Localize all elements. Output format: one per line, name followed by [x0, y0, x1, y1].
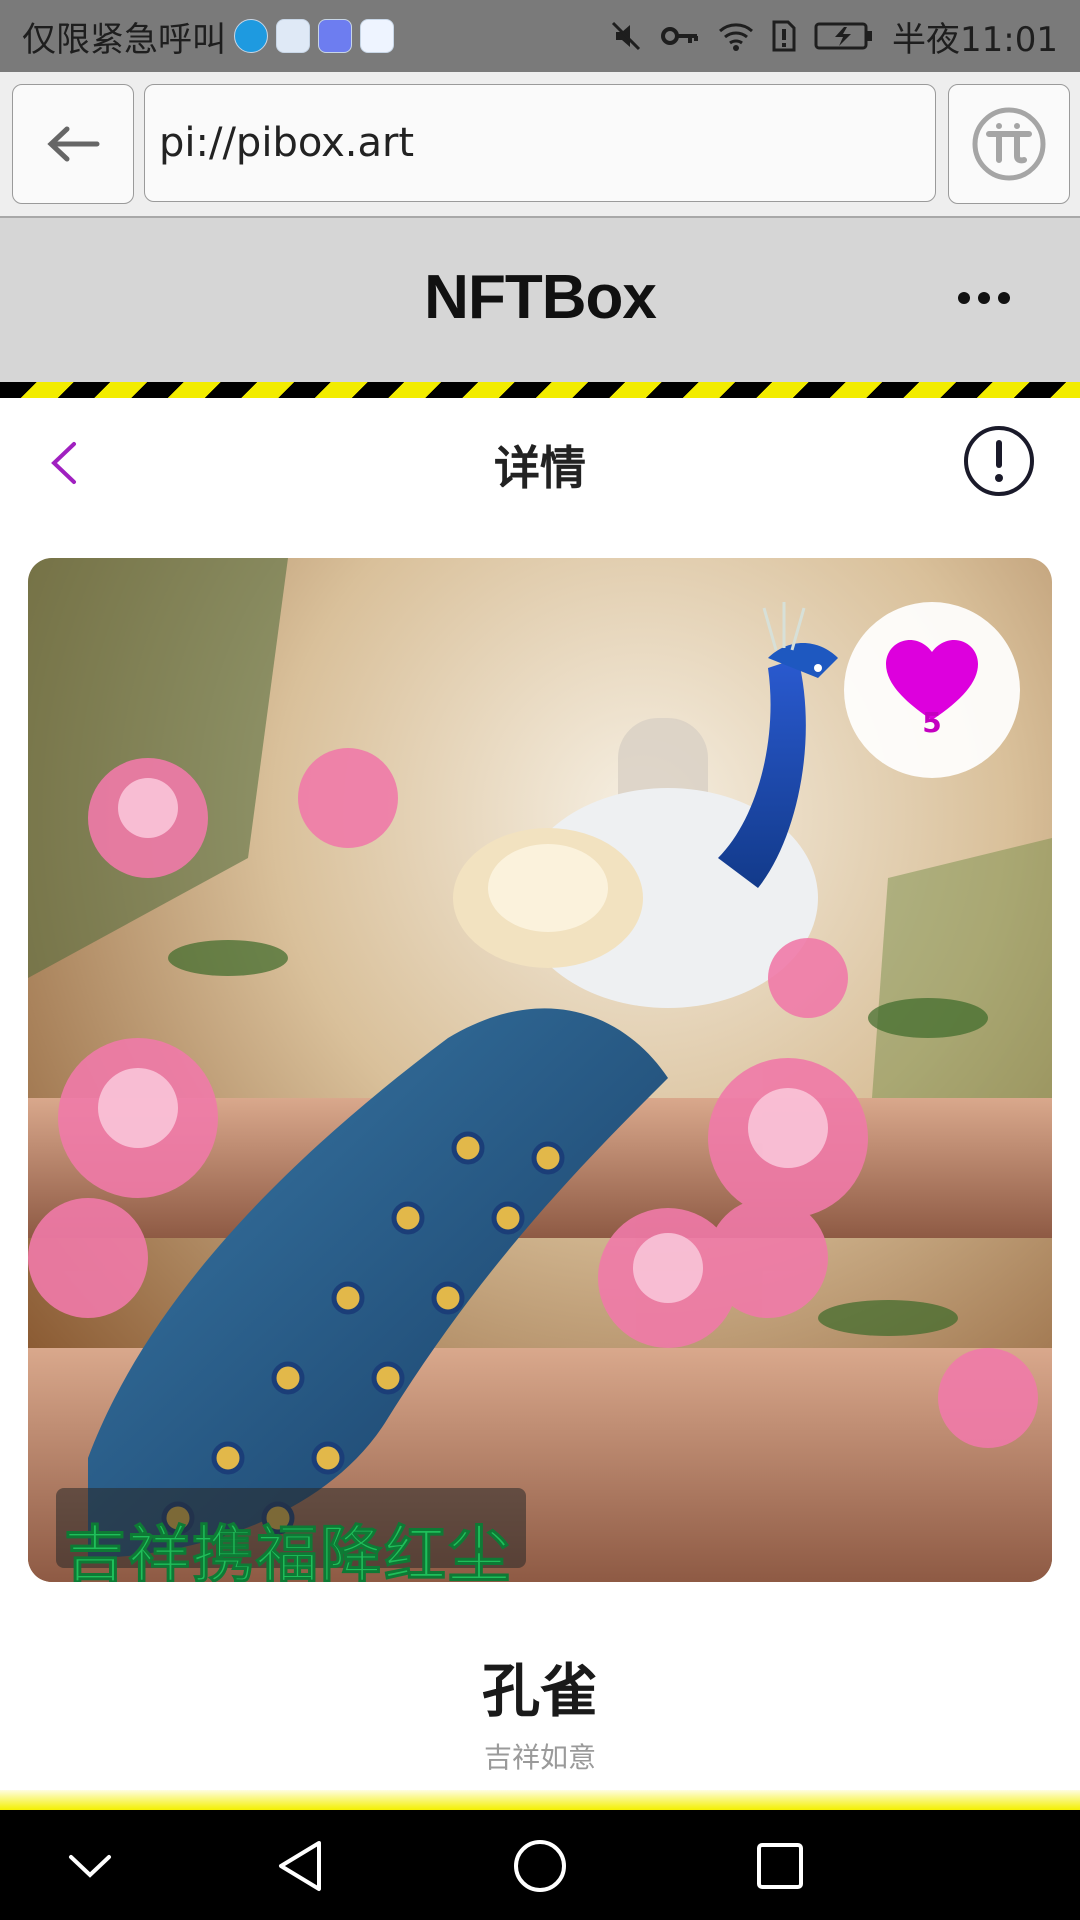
report-info-icon[interactable] [962, 424, 1036, 498]
battery-icon [814, 22, 873, 50]
globe-app-icon [276, 19, 310, 53]
browser-toolbar: pi://pibox.art [0, 72, 1080, 218]
like-badge[interactable]: 5 [844, 602, 1020, 778]
square-recents-icon [757, 1843, 803, 1889]
dot-icon [998, 292, 1010, 304]
nft-name: 孔雀 [481, 1657, 598, 1725]
hazard-stripe [0, 382, 1080, 398]
app-header: NFTBox [0, 218, 1080, 382]
music-app-icon [318, 19, 352, 53]
status-right: 半夜11:01 [610, 0, 1058, 72]
nft-image-card[interactable]: 5 吉祥携福降红尘 [28, 558, 1052, 1582]
key-icon [661, 27, 699, 45]
sim-alert-icon [772, 20, 796, 52]
app-title: NFTBox [424, 263, 657, 332]
page-header: 详情 [0, 398, 1080, 528]
arrow-left-icon [47, 126, 100, 162]
more-menu-button[interactable] [958, 292, 1010, 306]
pi-browser-button[interactable] [948, 84, 1070, 204]
triangle-back-icon [279, 1841, 321, 1891]
carrier-text: 仅限紧急呼叫 [22, 19, 226, 60]
dot-icon [978, 292, 990, 304]
page-title: 详情 [494, 441, 586, 495]
nft-subtitle: 吉祥如意 [483, 1741, 596, 1774]
status-left: 仅限紧急呼叫 [22, 0, 394, 72]
nav-collapse-button[interactable] [50, 1826, 130, 1906]
action-strip [0, 1790, 1080, 1810]
status-bar: 仅限紧急呼叫 半夜11:01 [0, 0, 1080, 72]
url-field[interactable]: pi://pibox.art [144, 84, 936, 202]
like-count: 5 [922, 706, 942, 739]
mute-icon [611, 21, 641, 51]
nav-recents-button[interactable] [740, 1826, 820, 1906]
heart-icon [886, 640, 978, 720]
pi-icon [972, 107, 1046, 181]
artwork-caption: 吉祥携福降红尘 [63, 1518, 513, 1583]
nav-home-button[interactable] [500, 1826, 580, 1906]
nav-back-button[interactable] [260, 1826, 340, 1906]
browser-app-icon [234, 19, 268, 53]
notification-app-icon [360, 19, 394, 53]
chevron-down-icon [69, 1855, 111, 1878]
dot-icon [958, 292, 970, 304]
wifi-icon [719, 23, 754, 51]
browser-back-button[interactable] [12, 84, 134, 204]
system-nav-bar [0, 1810, 1080, 1920]
circle-home-icon [514, 1840, 566, 1892]
clock-text: 半夜11:01 [892, 19, 1058, 60]
